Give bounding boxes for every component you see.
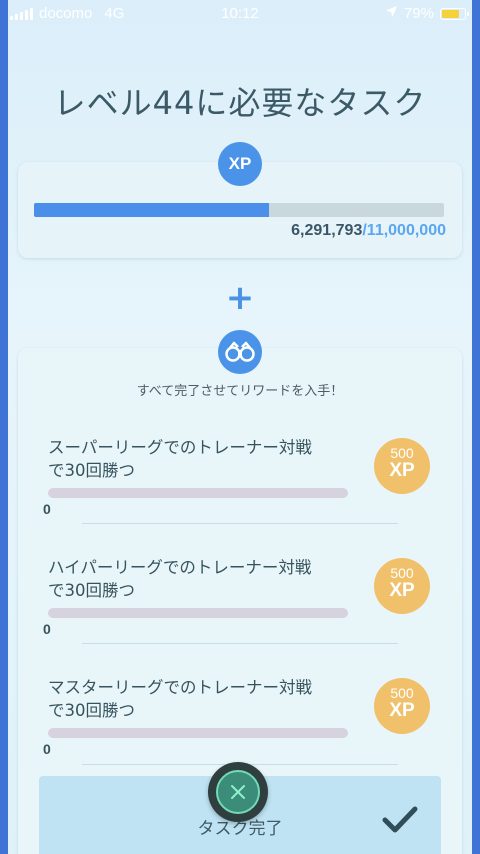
- task-progress-count: 0: [43, 621, 51, 637]
- divider: [82, 643, 398, 644]
- xp-progress-bar: [34, 203, 444, 217]
- task-text-line2: で30回勝つ: [48, 701, 135, 720]
- binoculars-icon: [218, 330, 262, 374]
- reward-badge: 500 XP: [374, 678, 430, 734]
- reward-badge: 500 XP: [374, 558, 430, 614]
- task-progress-bar: [48, 608, 348, 618]
- xp-badge: XP: [218, 142, 262, 186]
- task-text-line1: ハイパーリーグでのトレーナー対戦: [48, 558, 312, 577]
- task-progress-count: 0: [43, 741, 51, 757]
- xp-progress-fill: [34, 203, 269, 217]
- task-text-line2: で30回勝つ: [48, 461, 135, 480]
- reward-badge: 500 XP: [374, 438, 430, 494]
- reward-amount: 500: [390, 685, 414, 701]
- divider: [82, 523, 398, 524]
- task-text-line1: マスターリーグでのトレーナー対戦: [48, 678, 312, 697]
- battery-icon: [440, 7, 469, 20]
- reward-unit: XP: [389, 580, 415, 601]
- reward-amount: 500: [390, 445, 414, 461]
- task-progress-count: 0: [43, 501, 51, 517]
- checkmark-icon[interactable]: [382, 806, 418, 838]
- tasks-subtitle: すべて完了させてリワードを入手！: [136, 384, 344, 399]
- xp-total: 11,000,000: [366, 222, 446, 239]
- task-progress-bar: [48, 728, 348, 738]
- screen: docomo 4G 10:12 79% レベル44に必要なタスク XP 6,29…: [8, 0, 472, 854]
- page-title: レベル44に必要なタスク: [53, 84, 427, 122]
- location-arrow-icon: [385, 5, 398, 22]
- task-text-line2: で30回勝つ: [48, 581, 135, 600]
- close-icon: [231, 785, 245, 799]
- reward-unit: XP: [389, 460, 415, 481]
- battery-percent: 79%: [403, 5, 434, 22]
- reward-amount: 500: [390, 565, 414, 581]
- plus-icon: +: [225, 278, 255, 318]
- task-text-line1: スーパーリーグでのトレーナー対戦: [48, 438, 312, 457]
- xp-progress-text: 6,291,793/11,000,000: [291, 222, 446, 240]
- xp-current: 6,291,793: [291, 222, 363, 239]
- reward-unit: XP: [389, 700, 415, 721]
- close-button[interactable]: [208, 762, 268, 822]
- task-progress-bar: [48, 488, 348, 498]
- status-bar: docomo 4G 10:12 79%: [8, 0, 472, 28]
